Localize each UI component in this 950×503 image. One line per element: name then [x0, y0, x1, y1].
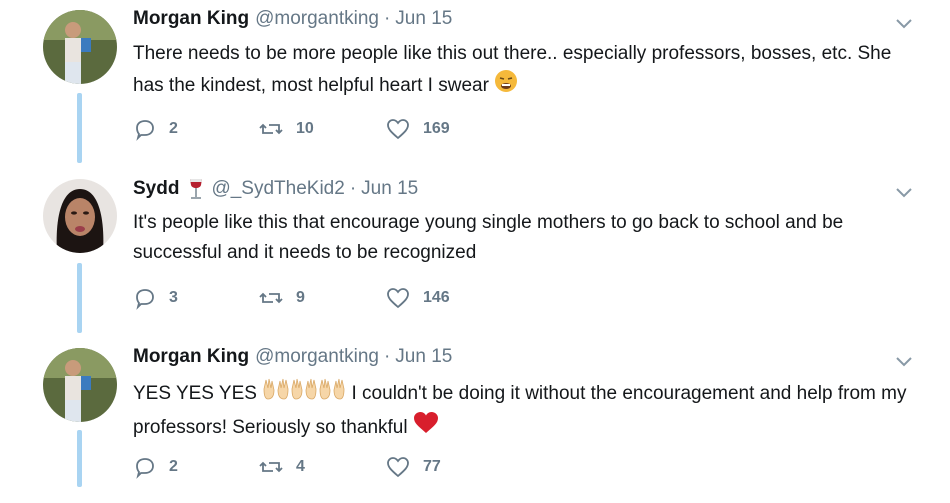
tweet-header: Morgan King @morgantking · Jun 15: [133, 8, 452, 30]
tweet-text: It's people like this that encourage you…: [133, 208, 923, 268]
heart-icon: [387, 457, 409, 478]
reply-icon: [136, 458, 154, 479]
like-count: 146: [423, 289, 450, 306]
like-button[interactable]: 146: [385, 286, 450, 310]
tweet[interactable]: Sydd @_SydTheKid2 · Jun 15 It's people l…: [0, 169, 950, 334]
user-handle[interactable]: @morgantking: [255, 346, 379, 368]
raising-hands-emoji: [290, 377, 318, 411]
chevron-down-icon[interactable]: [893, 181, 915, 203]
separator: ·: [383, 346, 391, 367]
like-button[interactable]: 169: [385, 117, 450, 141]
display-name[interactable]: Morgan King: [133, 346, 249, 368]
reply-button[interactable]: 3: [133, 286, 178, 310]
weary-face-emoji: [494, 69, 518, 103]
reply-count: 3: [169, 289, 178, 306]
retweet-button[interactable]: 9: [258, 286, 305, 310]
reply-button[interactable]: 2: [133, 117, 178, 141]
tweet[interactable]: Morgan King @morgantking · Jun 15 YES YE…: [0, 338, 950, 503]
separator: ·: [383, 8, 391, 29]
wine-glass-icon: [187, 177, 205, 201]
tweet-header: Sydd @_SydTheKid2 · Jun 15: [133, 177, 418, 201]
reply-icon: [136, 120, 154, 141]
tweet-text: There needs to be more people like this …: [133, 39, 923, 103]
tweet-header: Morgan King @morgantking · Jun 15: [133, 346, 452, 368]
retweet-icon: [259, 292, 283, 304]
reply-icon: [136, 289, 154, 310]
chevron-down-icon[interactable]: [893, 350, 915, 372]
heart-icon: [387, 288, 409, 309]
user-handle[interactable]: @morgantking: [255, 8, 379, 30]
tweet[interactable]: Morgan King @morgantking · Jun 15 There …: [0, 0, 950, 165]
raising-hands-emoji: [262, 377, 290, 411]
display-name[interactable]: Morgan King: [133, 8, 249, 30]
raising-hands-emoji: [318, 377, 346, 411]
retweet-count: 9: [296, 289, 305, 306]
like-count: 77: [423, 458, 441, 475]
retweet-count: 10: [296, 120, 314, 137]
separator: ·: [349, 178, 357, 199]
display-name[interactable]: Sydd: [133, 178, 179, 200]
red-heart-emoji: [413, 411, 439, 445]
tweet-date[interactable]: Jun 15: [361, 178, 418, 200]
tweet-text: YES YES YES I couldn't be doing it witho…: [133, 377, 923, 445]
avatar[interactable]: [43, 179, 117, 253]
user-handle[interactable]: @_SydTheKid2: [211, 178, 344, 200]
retweet-button[interactable]: 4: [258, 455, 305, 479]
like-count: 169: [423, 120, 450, 137]
chevron-down-icon[interactable]: [893, 12, 915, 34]
tweet-date[interactable]: Jun 15: [395, 8, 452, 30]
tweet-text-part: YES YES YES: [133, 383, 257, 405]
retweet-button[interactable]: 10: [258, 117, 314, 141]
heart-icon: [387, 119, 409, 140]
avatar[interactable]: [43, 10, 117, 84]
like-button[interactable]: 77: [385, 455, 441, 479]
reply-button[interactable]: 2: [133, 455, 178, 479]
reply-count: 2: [169, 120, 178, 137]
retweet-count: 4: [296, 458, 305, 475]
reply-count: 2: [169, 458, 178, 475]
retweet-icon: [259, 123, 283, 135]
tweet-text-part: It's people like this that encourage you…: [133, 212, 844, 263]
tweet-date[interactable]: Jun 15: [395, 346, 452, 368]
avatar[interactable]: [43, 348, 117, 422]
retweet-icon: [259, 461, 283, 473]
